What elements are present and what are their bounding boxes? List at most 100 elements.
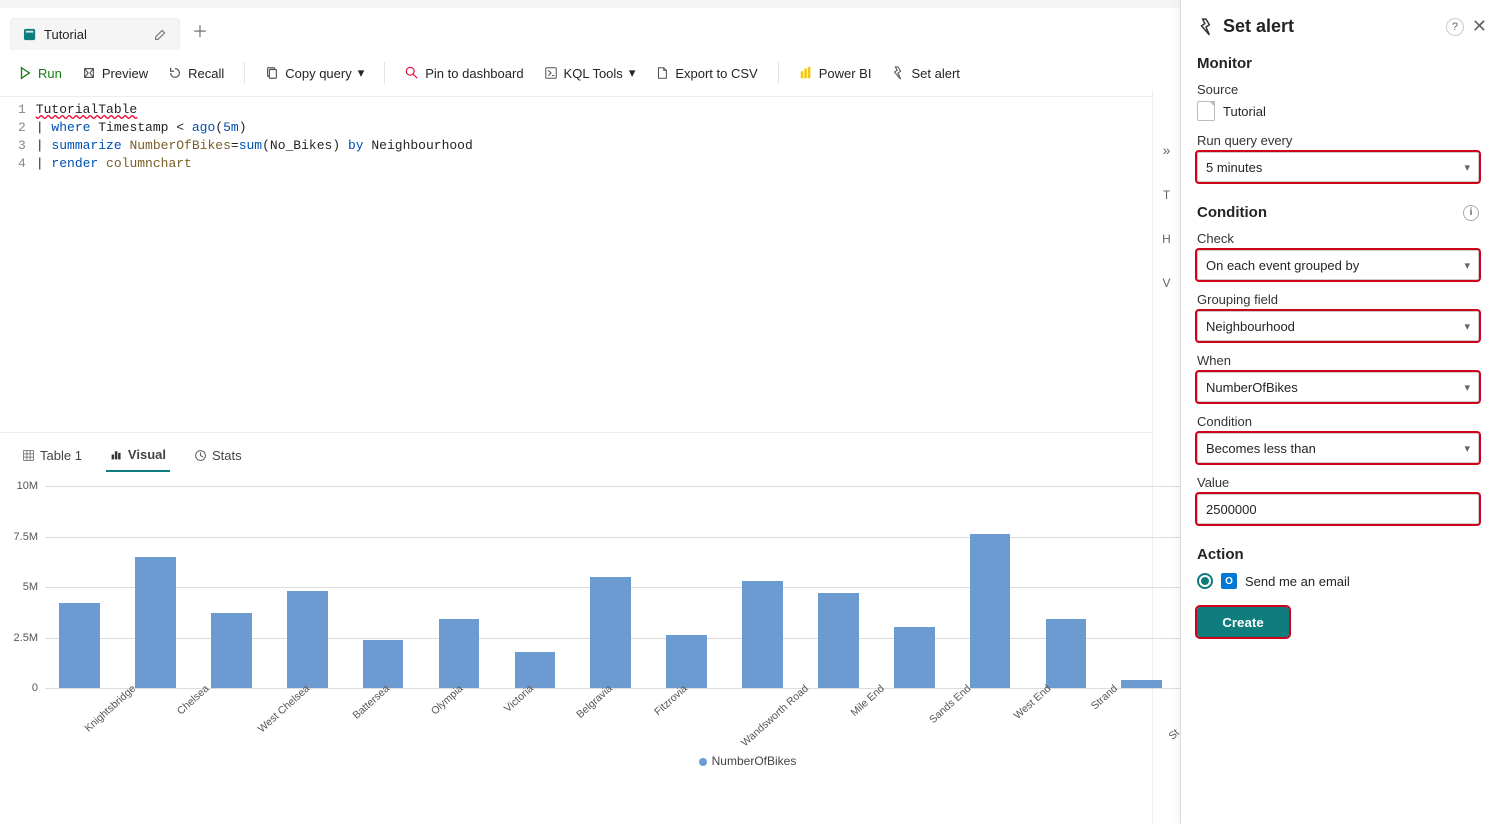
separator bbox=[384, 62, 385, 84]
y-label: 10M bbox=[17, 480, 38, 492]
y-label: 2.5M bbox=[14, 632, 38, 644]
alert-label: Set alert bbox=[911, 66, 959, 81]
x-label: Belgravia bbox=[574, 683, 643, 753]
check-label: Check bbox=[1197, 231, 1479, 246]
source-value: Tutorial bbox=[1197, 101, 1479, 121]
chevron-down-icon: ▾ bbox=[1464, 381, 1470, 394]
csv-label: Export to CSV bbox=[675, 66, 757, 81]
bar[interactable] bbox=[135, 557, 176, 688]
pbi-label: Power BI bbox=[819, 66, 872, 81]
rename-tab-icon[interactable] bbox=[154, 28, 167, 41]
tab-stats[interactable]: Stats bbox=[190, 440, 246, 471]
bar[interactable] bbox=[363, 640, 404, 688]
chevron-down-icon: ▾ bbox=[1464, 320, 1470, 333]
y-label: 7.5M bbox=[14, 531, 38, 543]
bar[interactable] bbox=[515, 652, 556, 688]
help-icon[interactable]: ? bbox=[1446, 18, 1464, 36]
bar[interactable] bbox=[818, 593, 859, 688]
when-label: When bbox=[1197, 353, 1479, 368]
bar[interactable] bbox=[439, 619, 480, 688]
bar[interactable] bbox=[742, 581, 783, 688]
x-label: Strand bbox=[1089, 683, 1149, 745]
create-button[interactable]: Create bbox=[1197, 607, 1289, 637]
copy-label: Copy query bbox=[285, 66, 351, 81]
set-alert-button[interactable]: Set alert bbox=[891, 66, 959, 81]
source-label: Source bbox=[1197, 82, 1479, 97]
preview-label: Preview bbox=[102, 66, 148, 81]
group-label: Grouping field bbox=[1197, 292, 1479, 307]
y-label: 5M bbox=[23, 581, 38, 593]
run-every-label: Run query every bbox=[1197, 133, 1479, 148]
code-area[interactable]: TutorialTable | where Timestamp < ago(5m… bbox=[36, 97, 473, 167]
pin-label: Pin to dashboard bbox=[425, 66, 523, 81]
cond-label: Condition bbox=[1197, 414, 1479, 429]
email-radio[interactable]: O Send me an email bbox=[1197, 573, 1479, 589]
tab-table-label: Table 1 bbox=[40, 448, 82, 463]
x-label: Olympia bbox=[429, 683, 494, 750]
bar[interactable] bbox=[590, 577, 631, 688]
x-label: Sands End bbox=[927, 683, 1002, 758]
set-alert-panel: Set alert ? ✕ Monitor Source Tutorial Ru… bbox=[1180, 0, 1495, 824]
y-label: 0 bbox=[32, 682, 38, 694]
tab-table[interactable]: Table 1 bbox=[18, 440, 86, 471]
bar[interactable] bbox=[1121, 680, 1162, 688]
x-label: Chelsea bbox=[175, 683, 240, 750]
value-label: Value bbox=[1197, 475, 1479, 490]
add-tab-button[interactable]: ＋ bbox=[180, 10, 220, 50]
bar[interactable] bbox=[59, 603, 100, 688]
outlook-icon: O bbox=[1221, 573, 1237, 589]
info-icon[interactable]: i bbox=[1463, 205, 1479, 221]
email-label: Send me an email bbox=[1245, 574, 1350, 589]
run-label: Run bbox=[38, 66, 62, 81]
queryset-icon bbox=[1197, 101, 1215, 121]
bar[interactable] bbox=[211, 613, 252, 688]
bar[interactable] bbox=[894, 627, 935, 688]
chevron-down-icon: ▾ bbox=[1464, 161, 1470, 174]
recall-button[interactable]: Recall bbox=[168, 66, 224, 81]
hint-v: V bbox=[1162, 276, 1170, 290]
chevron-down-icon: ▾ bbox=[358, 65, 365, 81]
recall-label: Recall bbox=[188, 66, 224, 81]
x-label: Fitzrovia bbox=[652, 683, 718, 750]
query-tab-tutorial[interactable]: Tutorial bbox=[10, 18, 180, 50]
bar[interactable] bbox=[970, 534, 1011, 688]
legend-dot-icon bbox=[699, 758, 707, 766]
bar[interactable] bbox=[287, 591, 328, 688]
kql-tab-icon bbox=[23, 27, 38, 42]
tab-visual[interactable]: Visual bbox=[106, 439, 170, 472]
alert-icon bbox=[1197, 18, 1215, 36]
run-button[interactable]: Run bbox=[18, 66, 62, 81]
check-select[interactable]: On each event grouped by▾ bbox=[1197, 250, 1479, 280]
x-label: Mile End bbox=[848, 683, 915, 751]
chevron-down-icon: ▾ bbox=[1464, 259, 1470, 272]
legend-text: NumberOfBikes bbox=[712, 754, 797, 768]
tab-stats-label: Stats bbox=[212, 448, 242, 463]
action-heading: Action bbox=[1197, 546, 1479, 563]
preview-button[interactable]: Preview bbox=[82, 66, 148, 81]
pin-button[interactable]: Pin to dashboard bbox=[405, 66, 523, 81]
kql-label: KQL Tools bbox=[564, 66, 623, 81]
chevron-down-icon: ▾ bbox=[629, 65, 636, 81]
when-select[interactable]: NumberOfBikes▾ bbox=[1197, 372, 1479, 402]
x-label: West End bbox=[1012, 683, 1082, 754]
export-csv-button[interactable]: Export to CSV bbox=[655, 66, 757, 81]
copy-query-button[interactable]: Copy query ▾ bbox=[265, 65, 364, 81]
cond-select[interactable]: Becomes less than▾ bbox=[1197, 433, 1479, 463]
radio-icon bbox=[1197, 573, 1213, 589]
line-gutter: 1234 bbox=[0, 97, 36, 167]
kql-tools-button[interactable]: KQL Tools ▾ bbox=[544, 65, 636, 81]
monitor-heading: Monitor bbox=[1197, 55, 1479, 72]
hint-h: H bbox=[1162, 232, 1171, 246]
run-every-select[interactable]: 5 minutes▾ bbox=[1197, 152, 1479, 182]
power-bi-button[interactable]: Power BI bbox=[799, 66, 872, 81]
bar[interactable] bbox=[666, 635, 707, 688]
tab-visual-label: Visual bbox=[128, 447, 166, 462]
group-select[interactable]: Neighbourhood▾ bbox=[1197, 311, 1479, 341]
chevron-down-icon: ▾ bbox=[1464, 442, 1470, 455]
value-input[interactable]: 2500000 bbox=[1197, 494, 1479, 524]
code-l1: TutorialTable bbox=[36, 102, 137, 117]
close-icon[interactable]: ✕ bbox=[1472, 16, 1487, 37]
tab-label: Tutorial bbox=[44, 27, 87, 42]
separator bbox=[778, 62, 779, 84]
bar[interactable] bbox=[1046, 619, 1087, 688]
